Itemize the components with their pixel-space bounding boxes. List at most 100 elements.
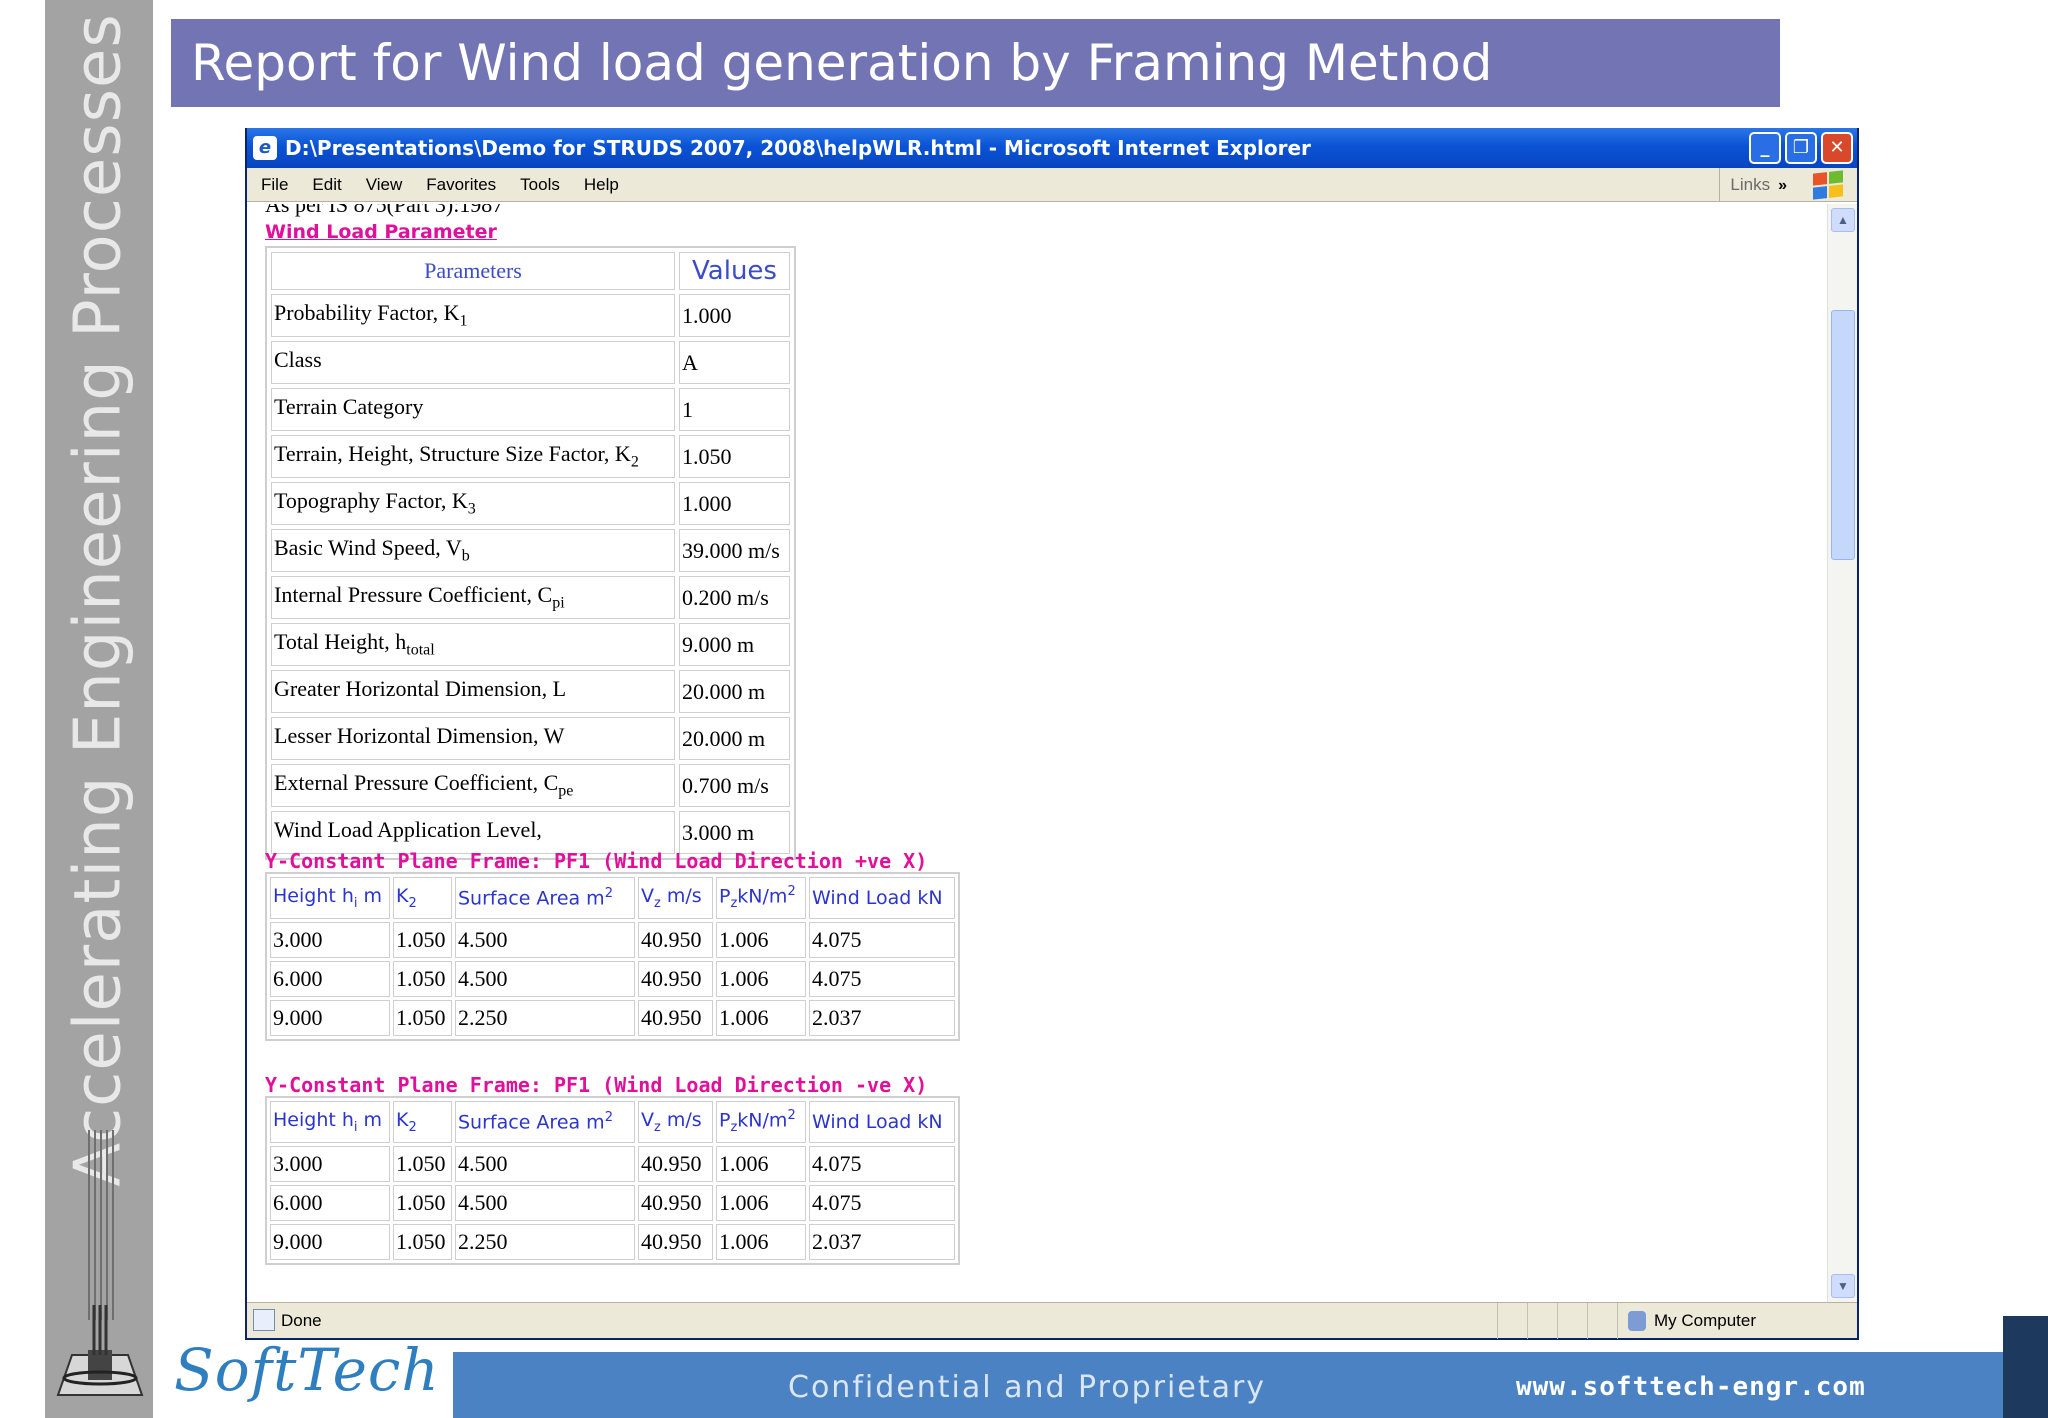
table-row: 6.000 1.050 4.500 40.950 1.006 4.075 bbox=[270, 1185, 955, 1221]
column-header-wind-load: Wind Load kN bbox=[809, 877, 955, 919]
menu-help[interactable]: Help bbox=[572, 175, 631, 195]
param-name: Class bbox=[271, 341, 675, 384]
table-cell: 40.950 bbox=[638, 1185, 713, 1221]
status-text: Done bbox=[247, 1308, 1497, 1331]
param-name: Basic Wind Speed, Vb bbox=[271, 529, 675, 572]
menu-tools[interactable]: Tools bbox=[508, 175, 572, 195]
frame-table-negative-x: Height hi m K2 Surface Area m2 Vz m/s Pz… bbox=[265, 1096, 960, 1265]
param-name: Terrain, Height, Structure Size Factor, … bbox=[271, 435, 675, 478]
frame-table-positive-x: Height hi m K2 Surface Area m2 Vz m/s Pz… bbox=[265, 872, 960, 1041]
side-decor-lines bbox=[88, 1130, 118, 1320]
table-row: Internal Pressure Coefficient, Cpi 0.200 … bbox=[271, 576, 790, 619]
wind-load-parameter-link[interactable]: Wind Load Parameter bbox=[265, 221, 497, 243]
table-cell: 1.050 bbox=[393, 1146, 452, 1182]
table-cell: 1.006 bbox=[716, 961, 806, 997]
browser-window: e D:\Presentations\Demo for STRUDS 2007,… bbox=[245, 128, 1859, 1340]
menu-file[interactable]: File bbox=[247, 175, 300, 195]
column-header-pz: PzkN/m2 bbox=[716, 877, 806, 919]
links-chevron-icon[interactable]: » bbox=[1778, 177, 1787, 194]
column-header-vz: Vz m/s bbox=[638, 877, 713, 919]
param-value: 20.000 m bbox=[679, 670, 790, 713]
param-value: 1.000 bbox=[679, 482, 790, 525]
column-header-values: Values bbox=[679, 252, 790, 290]
table-cell: 1.050 bbox=[393, 1000, 452, 1036]
footer-accent bbox=[2003, 1316, 2048, 1418]
table-header-row: Height hi m K2 Surface Area m2 Vz m/s Pz… bbox=[270, 1101, 955, 1143]
param-value: 39.000 m/s bbox=[679, 529, 790, 572]
menu-view[interactable]: View bbox=[354, 175, 415, 195]
param-name: Probability Factor, K1 bbox=[271, 294, 675, 337]
param-value: 1 bbox=[679, 388, 790, 431]
ie-page-icon: e bbox=[253, 136, 277, 160]
column-header-height: Height hi m bbox=[270, 877, 390, 919]
menu-edit[interactable]: Edit bbox=[300, 175, 353, 195]
window-title: D:\Presentations\Demo for STRUDS 2007, 2… bbox=[285, 136, 1311, 160]
column-header-wind-load: Wind Load kN bbox=[809, 1101, 955, 1143]
table-row: External Pressure Coefficient, Cpe 0.700 … bbox=[271, 764, 790, 807]
table-cell: 4.075 bbox=[809, 961, 955, 997]
table-cell: 1.050 bbox=[393, 1224, 452, 1260]
table-cell: 4.500 bbox=[455, 922, 635, 958]
windows-flag-icon bbox=[1813, 170, 1843, 200]
softtech-logo-icon bbox=[56, 1305, 144, 1396]
scroll-down-icon[interactable]: ▼ bbox=[1831, 1274, 1855, 1298]
standard-reference-text: As per IS 875(Part 3):1987 bbox=[265, 204, 504, 217]
table-cell: 1.050 bbox=[393, 1185, 452, 1221]
column-header-parameters: Parameters bbox=[271, 252, 675, 290]
confidential-notice: Confidential and Proprietary bbox=[788, 1370, 1267, 1405]
param-value: A bbox=[679, 341, 790, 384]
param-value: 3.000 m bbox=[679, 811, 790, 854]
table-row: Topography Factor, K3 1.000 bbox=[271, 482, 790, 525]
security-zone: My Computer bbox=[1617, 1302, 1857, 1339]
links-toolbar[interactable]: Links » bbox=[1719, 168, 1787, 202]
table-cell: 40.950 bbox=[638, 1000, 713, 1036]
table-cell: 40.950 bbox=[638, 1224, 713, 1260]
table-cell: 1.006 bbox=[716, 922, 806, 958]
table-cell: 4.500 bbox=[455, 1185, 635, 1221]
vertical-scrollbar[interactable]: ▲ ▼ bbox=[1827, 204, 1857, 1302]
my-computer-icon bbox=[1628, 1310, 1646, 1331]
param-name: External Pressure Coefficient, Cpe bbox=[271, 764, 675, 807]
slide-title: Report for Wind load generation by Frami… bbox=[171, 19, 1780, 107]
table-row: Terrain, Height, Structure Size Factor, … bbox=[271, 435, 790, 478]
param-name: Total Height, htotal bbox=[271, 623, 675, 666]
param-value: 0.700 m/s bbox=[679, 764, 790, 807]
table-cell: 1.006 bbox=[716, 1185, 806, 1221]
table-row: Probability Factor, K1 1.000 bbox=[271, 294, 790, 337]
table-row: 3.000 1.050 4.500 40.950 1.006 4.075 bbox=[270, 922, 955, 958]
status-panes bbox=[1497, 1302, 1617, 1339]
column-header-surface-area: Surface Area m2 bbox=[455, 877, 635, 919]
param-value: 20.000 m bbox=[679, 717, 790, 760]
table-cell: 2.037 bbox=[809, 1000, 955, 1036]
menu-bar: File Edit View Favorites Tools Help Link… bbox=[247, 168, 1857, 202]
table-row: 9.000 1.050 2.250 40.950 1.006 2.037 bbox=[270, 1224, 955, 1260]
table-row: Wind Load Application Level, 3.000 m bbox=[271, 811, 790, 854]
table-row: 9.000 1.050 2.250 40.950 1.006 2.037 bbox=[270, 1000, 955, 1036]
scroll-thumb[interactable] bbox=[1831, 310, 1855, 560]
table-cell: 2.250 bbox=[455, 1000, 635, 1036]
frame-heading-positive-x: Y-Constant Plane Frame: PF1 (Wind Load D… bbox=[265, 849, 928, 873]
minimize-button[interactable]: _ bbox=[1749, 132, 1781, 164]
table-header-row: Height hi m K2 Surface Area m2 Vz m/s Pz… bbox=[270, 877, 955, 919]
window-titlebar[interactable]: e D:\Presentations\Demo for STRUDS 2007,… bbox=[247, 128, 1857, 168]
table-row: Basic Wind Speed, Vb 39.000 m/s bbox=[271, 529, 790, 572]
param-name: Terrain Category bbox=[271, 388, 675, 431]
scroll-up-icon[interactable]: ▲ bbox=[1831, 208, 1855, 232]
table-cell: 40.950 bbox=[638, 1146, 713, 1182]
table-cell: 4.500 bbox=[455, 961, 635, 997]
column-header-pz: PzkN/m2 bbox=[716, 1101, 806, 1143]
table-cell: 1.006 bbox=[716, 1146, 806, 1182]
table-row: Terrain Category 1 bbox=[271, 388, 790, 431]
restore-button[interactable]: ❐ bbox=[1785, 132, 1817, 164]
table-cell: 3.000 bbox=[270, 922, 390, 958]
close-button[interactable]: ✕ bbox=[1821, 132, 1853, 164]
param-value: 1.050 bbox=[679, 435, 790, 478]
table-cell: 4.075 bbox=[809, 1185, 955, 1221]
table-cell: 1.006 bbox=[716, 1000, 806, 1036]
menu-favorites[interactable]: Favorites bbox=[414, 175, 508, 195]
side-tagline: Accelerating Engineering Processes bbox=[62, 13, 136, 1187]
table-cell: 4.500 bbox=[455, 1146, 635, 1182]
table-row: 3.000 1.050 4.500 40.950 1.006 4.075 bbox=[270, 1146, 955, 1182]
table-row: 6.000 1.050 4.500 40.950 1.006 4.075 bbox=[270, 961, 955, 997]
column-header-surface-area: Surface Area m2 bbox=[455, 1101, 635, 1143]
